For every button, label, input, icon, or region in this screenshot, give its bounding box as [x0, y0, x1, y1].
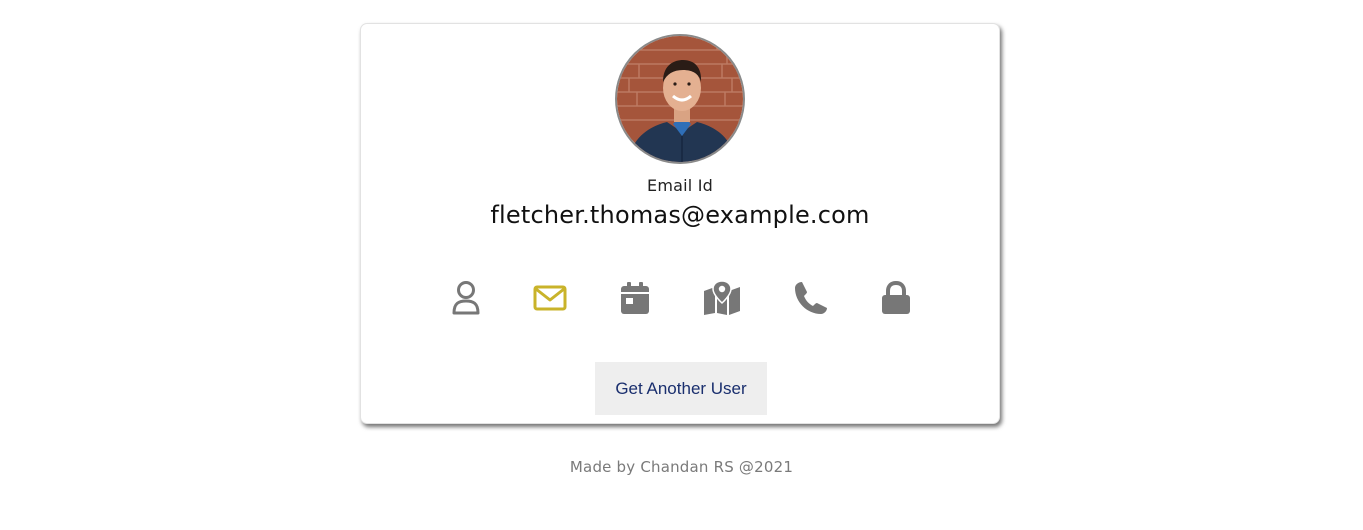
avatar	[615, 34, 745, 164]
user-icon[interactable]	[446, 278, 486, 318]
get-another-user-button[interactable]: Get Another User	[595, 362, 767, 415]
field-label: Email Id	[647, 176, 713, 195]
envelope-icon[interactable]	[530, 278, 570, 318]
phone-icon[interactable]	[791, 278, 831, 318]
user-card: Email Id fletcher.thomas@example.com Get…	[360, 23, 1000, 424]
lock-icon[interactable]	[876, 278, 916, 318]
map-icon[interactable]	[702, 278, 742, 318]
footer-credit: Made by Chandan RS @2021	[569, 458, 794, 476]
field-value: fletcher.thomas@example.com	[490, 201, 870, 229]
icon-row	[361, 278, 999, 318]
calendar-icon[interactable]	[615, 278, 655, 318]
